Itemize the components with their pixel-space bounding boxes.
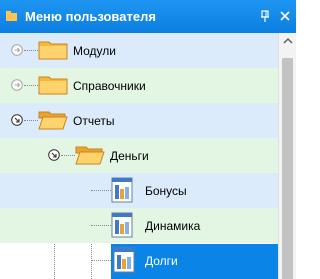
scrollbar-thumb[interactable]	[282, 58, 293, 279]
tree-item-label: Долги	[145, 254, 178, 268]
tree-item-label: Справочники	[73, 79, 146, 93]
collapse-icon[interactable]	[48, 149, 60, 161]
report-icon	[111, 177, 133, 203]
expand-icon[interactable]	[11, 44, 23, 56]
tree-item-label: Модули	[73, 44, 116, 58]
tree-item-modules[interactable]: Модули	[0, 33, 278, 68]
folder-icon	[6, 11, 17, 21]
menu-tree: Модули Справочники Отчеты Деньги Бонусы …	[0, 33, 278, 279]
tree-item-label: Динамика	[145, 219, 201, 233]
selection-highlight	[111, 244, 278, 279]
close-icon[interactable]	[278, 9, 292, 23]
tree-item-directories[interactable]: Справочники	[0, 68, 278, 103]
collapse-icon[interactable]	[11, 114, 23, 126]
tree-item-bonuses[interactable]: Бонусы	[0, 173, 278, 208]
expand-icon[interactable]	[11, 79, 23, 91]
tree-item-label: Бонусы	[145, 184, 187, 198]
scroll-up-arrow-icon[interactable]	[282, 36, 294, 46]
tree-item-debts[interactable]: Долги	[0, 243, 278, 279]
panel-title: Меню пользователя	[25, 9, 156, 24]
tree-item-label: Деньги	[110, 149, 149, 163]
folder-icon	[38, 76, 68, 95]
user-menu-panel: Меню пользователя Модули Справочники Отч…	[0, 0, 296, 279]
tree-item-reports[interactable]: Отчеты	[0, 103, 278, 138]
folder-icon	[38, 41, 68, 60]
tree-item-money[interactable]: Деньги	[0, 138, 278, 173]
report-icon	[113, 247, 135, 273]
report-icon	[111, 212, 133, 238]
vertical-scrollbar[interactable]	[278, 33, 296, 279]
open-folder-icon	[38, 111, 68, 130]
pin-icon[interactable]	[258, 9, 272, 23]
tree-item-label: Отчеты	[73, 114, 115, 128]
tree-item-dynamics[interactable]: Динамика	[0, 208, 278, 243]
panel-title-bar: Меню пользователя	[0, 0, 296, 33]
open-folder-icon	[75, 146, 105, 165]
